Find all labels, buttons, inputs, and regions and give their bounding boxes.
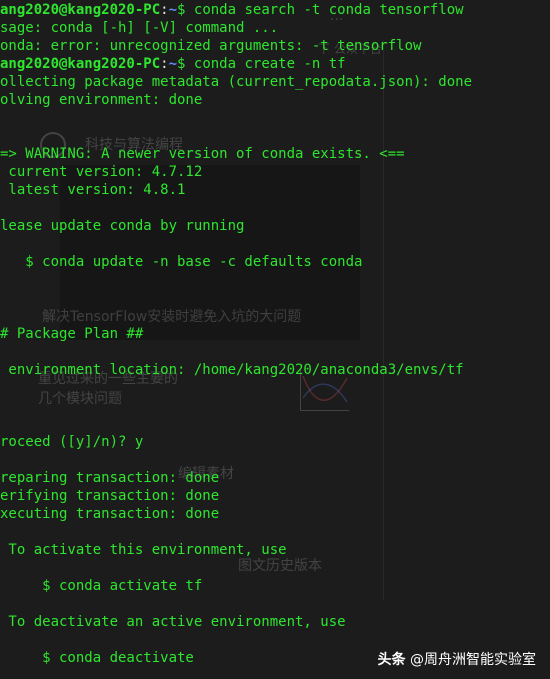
terminal-line: erifying transaction: done xyxy=(0,488,220,504)
terminal-output: ang2020@kang2020-PC:~$ conda search -t c… xyxy=(0,1,550,667)
terminal-line: sage: conda [-h] [-V] command ... xyxy=(0,20,279,36)
prompt-user-host: ang2020@kang2020-PC xyxy=(0,2,161,18)
prompt-directory: ~ xyxy=(168,2,178,18)
prompt-directory: ~ xyxy=(168,56,178,72)
terminal-line: $ conda activate tf xyxy=(0,578,203,594)
prompt-separator: : xyxy=(160,56,169,72)
terminal-line: To deactivate an active environment, use xyxy=(0,614,346,630)
watermark: 头条 @周舟洲智能实验室 xyxy=(378,649,536,669)
terminal-line: $ conda update -n base -c defaults conda xyxy=(0,254,363,270)
terminal-line: xecuting transaction: done xyxy=(0,506,220,522)
prompt-command: $ conda create -n tf xyxy=(177,56,346,72)
terminal-line: onda: error: unrecognized arguments: -t … xyxy=(0,38,422,54)
terminal-line: To activate this environment, use xyxy=(0,542,287,558)
terminal-line: environment location: /home/kang2020/ana… xyxy=(0,362,464,378)
terminal-line: olving environment: done xyxy=(0,92,203,108)
prompt-user-host: ang2020@kang2020-PC xyxy=(0,56,161,72)
terminal-line: latest version: 4.8.1 xyxy=(0,182,186,198)
prompt-command: $ conda search -t conda tensorflow xyxy=(177,2,464,18)
terminal-line: => WARNING: A newer version of conda exi… xyxy=(0,146,405,162)
watermark-author: 周舟洲智能实验室 xyxy=(424,652,536,668)
terminal-line: roceed ([y]/n)? y xyxy=(0,434,144,450)
terminal-line: # Package Plan ## xyxy=(0,326,144,342)
terminal-prompt-line: ang2020@kang2020-PC:~$ conda search -t c… xyxy=(0,1,550,19)
terminal-line: ollecting package metadata (current_repo… xyxy=(0,74,473,90)
terminal-line: lease update conda by running xyxy=(0,218,245,234)
terminal-prompt-line: ang2020@kang2020-PC:~$ conda create -n t… xyxy=(0,55,550,73)
terminal-line: reparing transaction: done xyxy=(0,470,220,486)
watermark-at: @ xyxy=(410,652,424,668)
prompt-separator: : xyxy=(160,2,169,18)
terminal-line: current version: 4.7.12 xyxy=(0,164,203,180)
watermark-brand: 头条 xyxy=(377,652,406,668)
